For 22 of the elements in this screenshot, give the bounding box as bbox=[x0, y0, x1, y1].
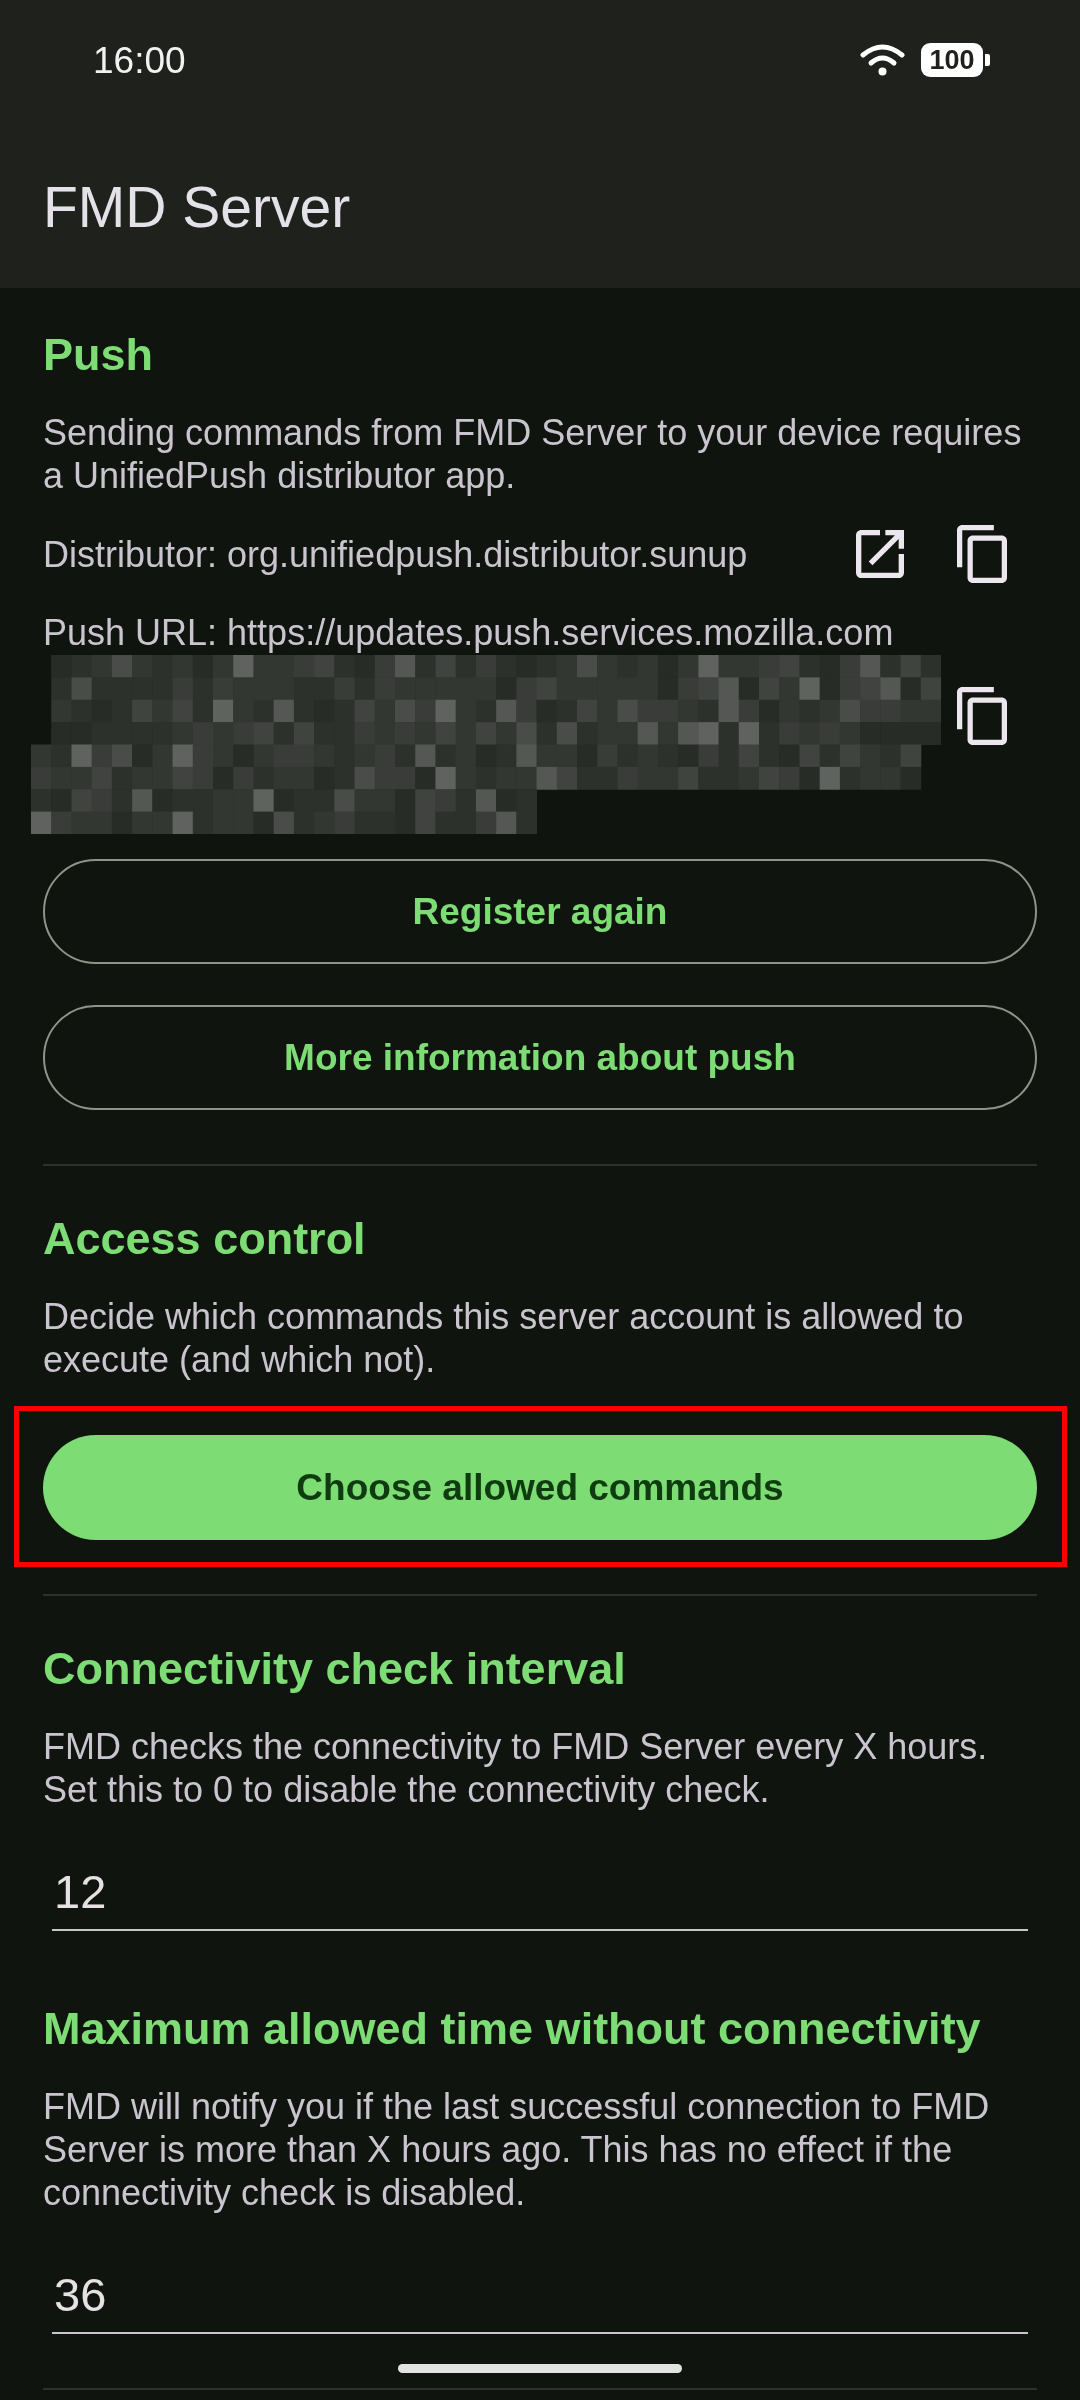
number-field[interactable]: 36 bbox=[52, 2267, 1028, 2334]
screen-title: FMD Server bbox=[43, 178, 351, 236]
section-description: FMD checks the connectivity to FMD Server every X hours. Set this to 0 to disable the connectivity check. bbox=[43, 1725, 989, 1811]
wifi-icon bbox=[860, 44, 905, 76]
section-description: Sending commands from FMD Server to your device requires a UnifiedPush distributor app. bbox=[43, 411, 1023, 497]
open-external-icon[interactable] bbox=[856, 530, 904, 578]
action-button[interactable]: Choose allowed commands bbox=[43, 1435, 1037, 1540]
section-description: Decide which commands this server account is allowed to execute (and which not). bbox=[43, 1295, 965, 1381]
copy-icon[interactable] bbox=[957, 687, 1007, 745]
section-heading: Maximum allowed time without connectivity bbox=[43, 2003, 981, 2055]
action-button[interactable]: Register again bbox=[43, 859, 1037, 964]
number-field[interactable]: 12 bbox=[52, 1864, 1028, 1931]
section-heading: Connectivity check interval bbox=[43, 1643, 626, 1695]
section-heading: Push bbox=[43, 329, 154, 381]
section-description: FMD will notify you if the last successful connection to FMD Server is more than X hours ago. This has no effect if the connectivity check is disabled. bbox=[43, 2085, 991, 2214]
status-time: 16:00 bbox=[93, 41, 186, 79]
section-heading: Access control bbox=[43, 1213, 366, 1265]
battery-indicator: 100 bbox=[921, 43, 990, 77]
distributor-text: Distributor: org.unifiedpush.distributor.sunup bbox=[43, 533, 748, 575]
copy-icon[interactable] bbox=[957, 525, 1007, 583]
action-button[interactable]: More information about push bbox=[43, 1005, 1037, 1110]
push-url-text: Push URL: https://updates.push.services.mozilla.com bbox=[43, 611, 894, 654]
